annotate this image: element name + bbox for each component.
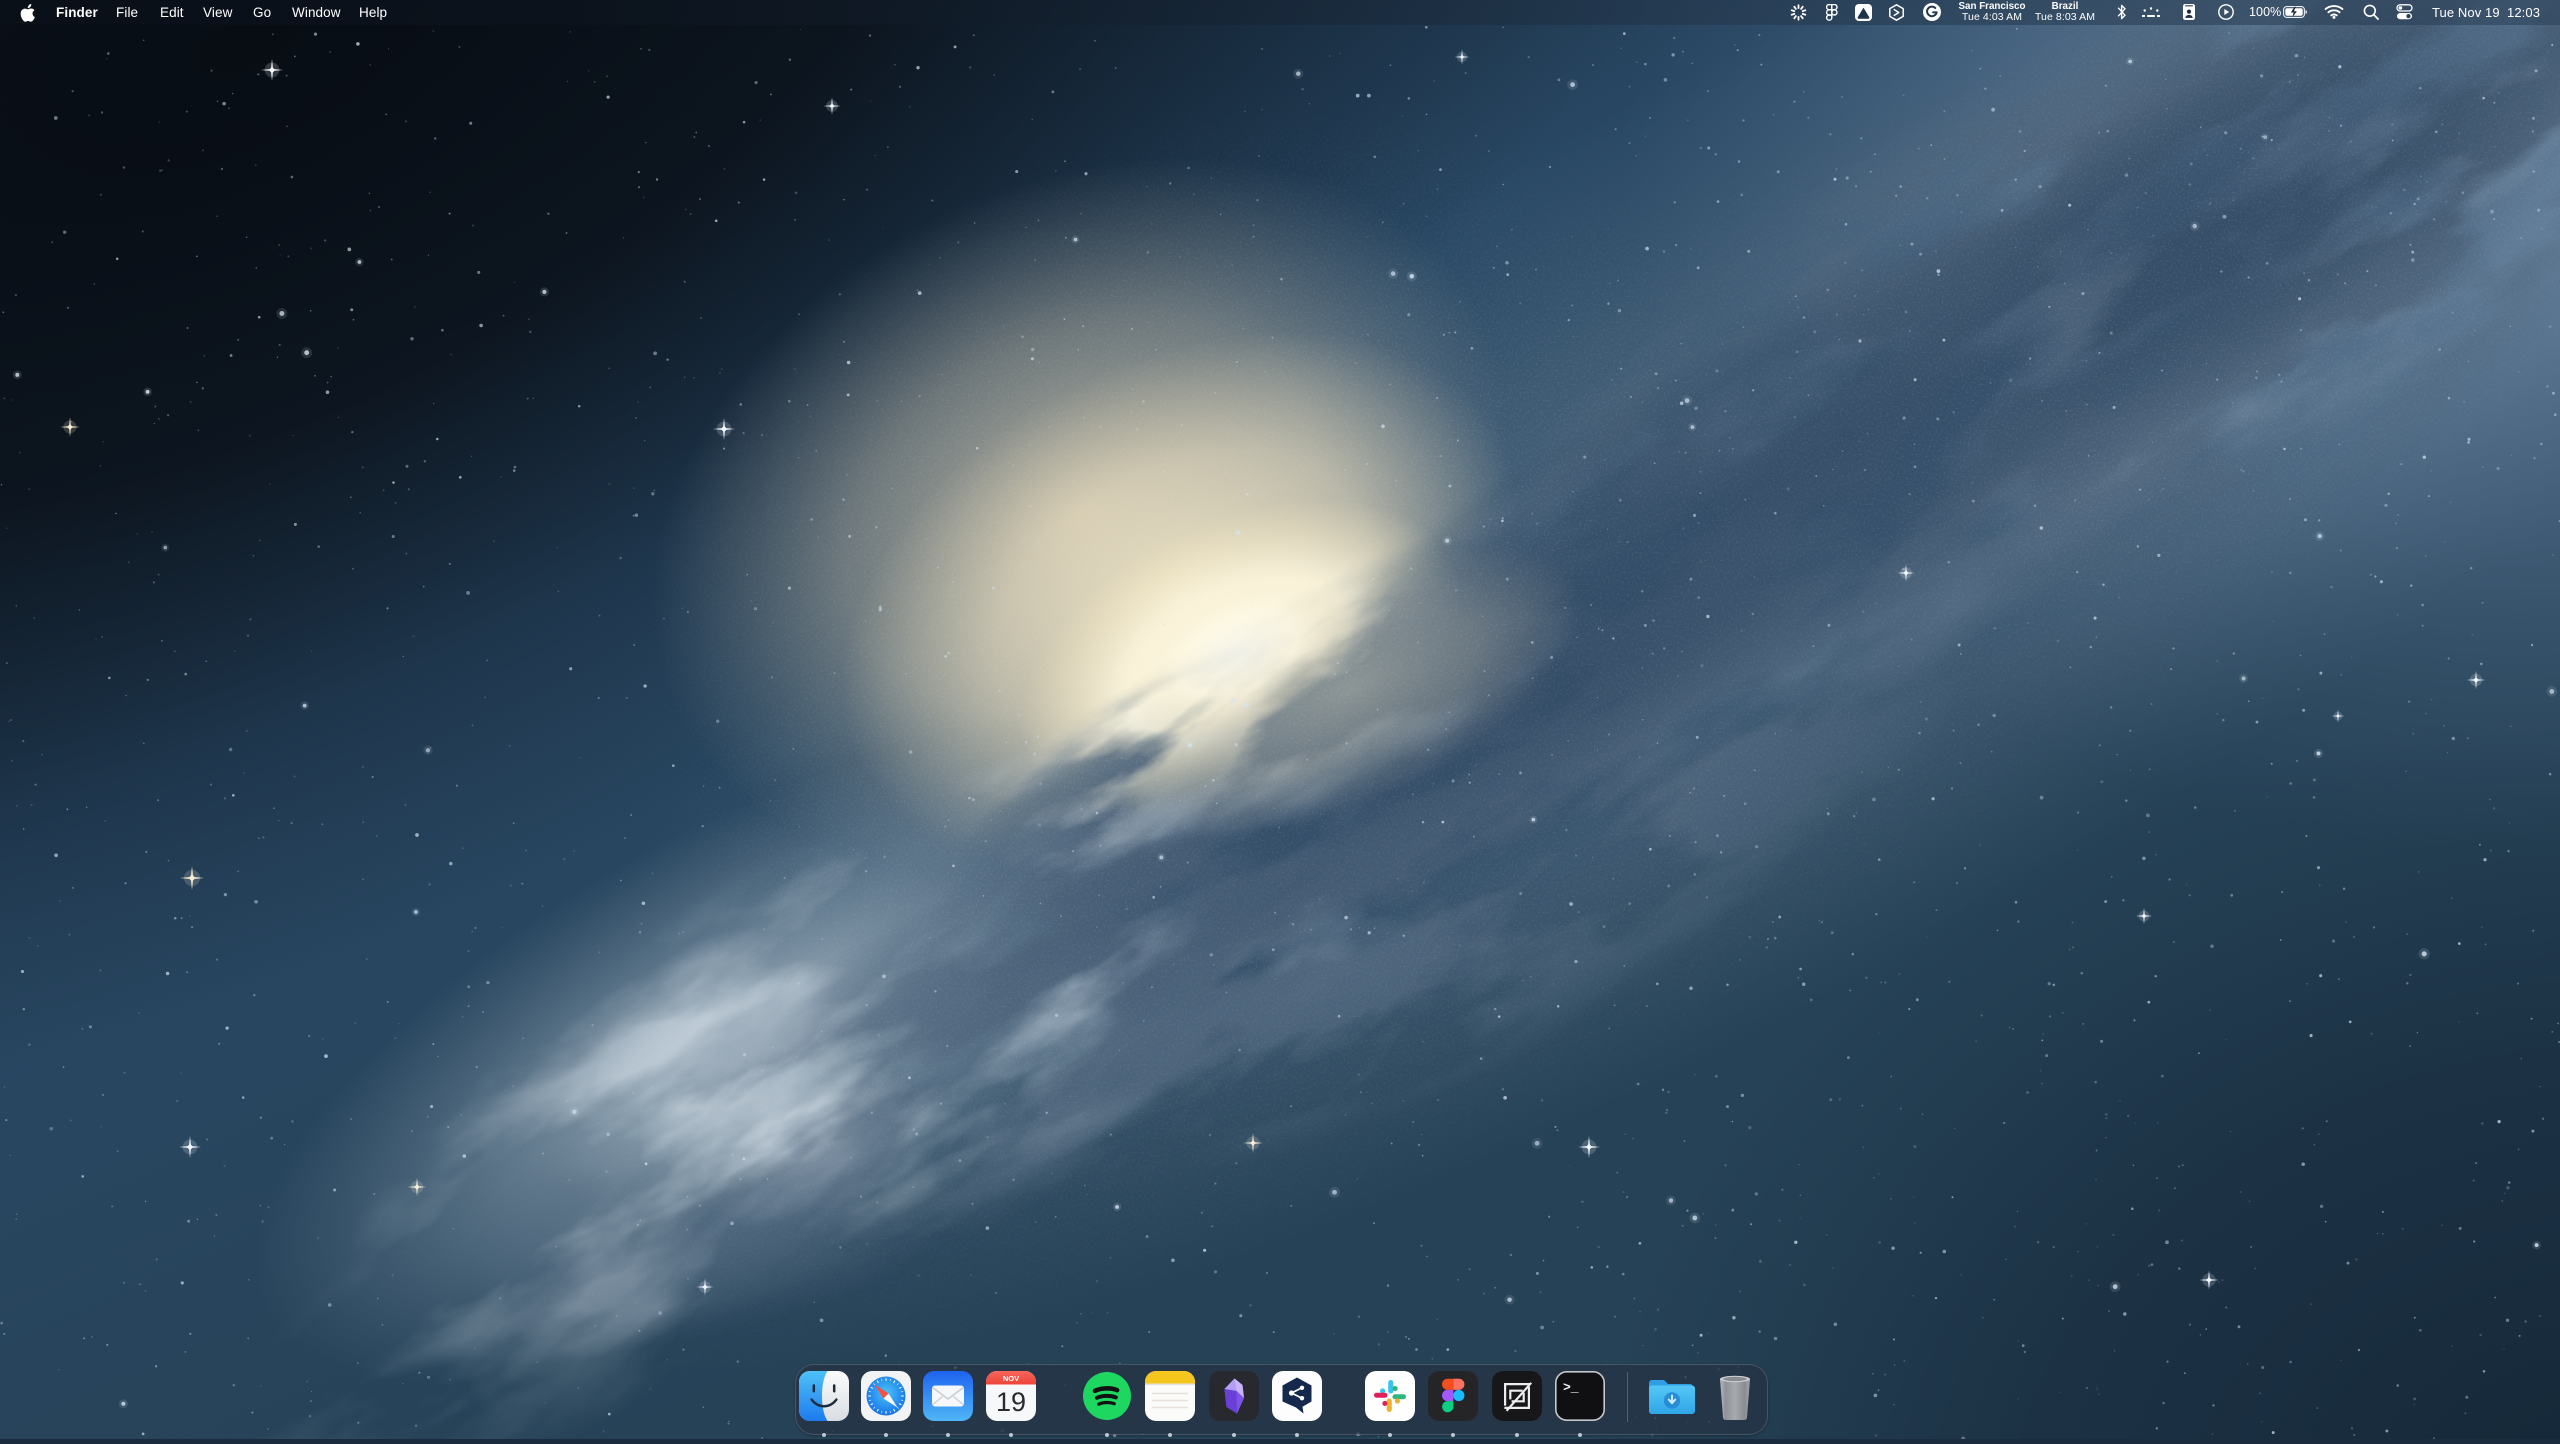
svg-text:>_: >_ — [1563, 1380, 1579, 1395]
svg-text:NOV: NOV — [1003, 1374, 1019, 1383]
svg-text:19: 19 — [996, 1387, 1026, 1417]
